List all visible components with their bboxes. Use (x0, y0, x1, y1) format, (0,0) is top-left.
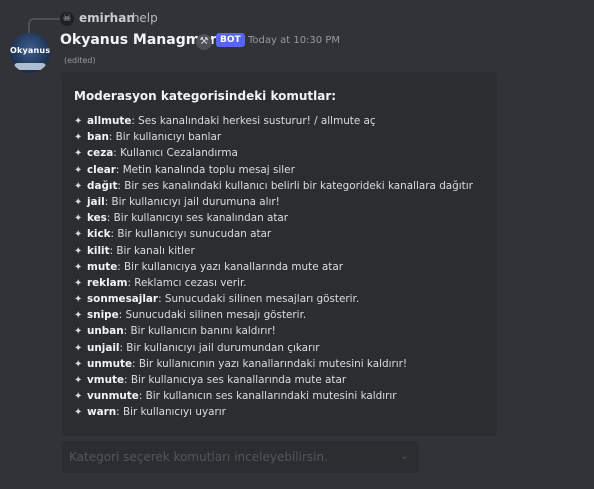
command-description: : Bir kullanıcın ses kanallarındaki mute… (138, 390, 397, 403)
command-item: ✦ unjail: Bir kullanıcıyı jail durumundan… (74, 340, 473, 356)
command-name: jail (87, 195, 105, 208)
skull-icon[interactable]: ☠ (60, 12, 74, 26)
command-description: : Reklamcı cezası verir. (127, 276, 247, 289)
command-description: : Bir kullanıcıya yazı kanallarında mute… (117, 260, 343, 273)
command-item: ✦ reklam: Reklamcı cezası verir. (74, 275, 473, 291)
command-description: : Sunucudaki silinen mesajları gösterir. (158, 293, 360, 306)
command-item: ✦ unban: Bir kullanıcın banını kaldırır! (74, 323, 473, 339)
command-description: : Sunucudaki silinen mesajı gösterir. (118, 309, 307, 322)
command-name: allmute (87, 115, 132, 127)
select-placeholder: Kategori seçerek komutları inceleyebilir… (69, 450, 328, 464)
command-name: ceza (87, 147, 114, 160)
sparkle-icon: ✦ (74, 375, 83, 386)
command-name: mute (87, 260, 118, 273)
command-name: snipe (87, 309, 119, 322)
command-item: ✦ warn: Bir kullanıcıyı uyarır (74, 404, 473, 420)
command-item: ✦ kilit: Bir kanalı kitler (74, 243, 473, 259)
command-name: ban (87, 131, 109, 144)
sparkle-icon: ✦ (74, 180, 83, 192)
sparkle-icon: ✦ (74, 245, 83, 257)
command-name: vmute (87, 374, 125, 386)
command-item: ✦ vunmute: Bir kullanıcın ses kanallarınd… (74, 388, 473, 404)
sparkle-icon: ✦ (74, 310, 83, 322)
command-description: : Bir kullanıcıyı jail durumundan çıkarı… (119, 341, 320, 354)
sparkle-icon: ✦ (74, 391, 83, 403)
sparkle-icon: ✦ (74, 213, 83, 225)
sparkle-icon: ✦ (74, 164, 83, 176)
sparkle-icon: ✦ (74, 407, 83, 419)
sparkle-icon: ✦ (74, 116, 83, 127)
command-item: ✦ jail: Bir kullanıcıyı jail durumuna alı… (74, 194, 473, 210)
tools-icon: ⚒ (196, 34, 212, 50)
sparkle-icon: ✦ (74, 132, 83, 144)
command-description: : Bir kullanıcıyı uyarır (116, 406, 226, 419)
reply-username[interactable]: emirhan (79, 11, 135, 25)
command-name: reklam (87, 276, 128, 289)
command-item: ✦ sonmesajlar: Sunucudaki silinen mesajla… (74, 291, 473, 307)
sparkle-icon: ✦ (74, 277, 83, 289)
command-description: : Bir kullanıcıyı ses kanalından atar (106, 212, 289, 225)
command-item: ✦ allmute: Ses kanalındaki herkesi sustur… (74, 113, 473, 129)
command-name: vunmute (87, 390, 139, 403)
command-name: unmute (87, 357, 133, 370)
command-item: ✦ vmute: Bir kullanıcıya ses kanallarında… (74, 372, 473, 388)
command-description: : Ses kanalındaki herkesi susturur! / al… (131, 115, 376, 127)
command-item: ✦ ceza: Kullanıcı Cezalandırma (74, 145, 473, 161)
command-description: : Bir kullanıcın banını kaldırır! (123, 325, 276, 338)
embed-title: Moderasyon kategorisindeki komutlar: (74, 89, 337, 103)
avatar[interactable]: Okyanus (10, 33, 50, 73)
command-item: ✦ mute: Bir kullanıcıya yazı kanallarında… (74, 259, 473, 275)
command-description: : Bir kullanıcıyı sunucudan atar (110, 228, 272, 241)
command-item: ✦ kick: Bir kullanıcıyı sunucudan atar (74, 226, 473, 242)
message-timestamp: Today at 10:30 PM (248, 35, 340, 46)
command-item: ✦ ban: Bir kullanıcıyı banlar (74, 129, 473, 145)
command-name: warn (87, 406, 117, 419)
command-item: ✦ kes: Bir kullanıcıyı ses kanalından ata… (74, 210, 473, 226)
command-name: kick (87, 228, 111, 241)
sparkle-icon: ✦ (74, 229, 83, 241)
command-name: dağıt (87, 179, 118, 192)
command-name: clear (87, 163, 116, 176)
command-name: unban (87, 325, 124, 338)
command-description: : Bir kullanıcının yazı kanallarındaki m… (132, 357, 408, 370)
command-list: ✦ allmute: Ses kanalındaki herkesi sustur… (74, 113, 473, 421)
sparkle-icon: ✦ (74, 148, 83, 160)
category-select[interactable]: Kategori seçerek komutları inceleyebilir… (62, 441, 419, 473)
edited-label: (edited) (64, 56, 96, 65)
command-description: : Bir ses kanalındaki kullanıcı belirli … (117, 179, 473, 192)
command-item: ✦ unmute: Bir kullanıcının yazı kanalları… (74, 356, 473, 372)
reply-connector (28, 18, 60, 34)
sparkle-icon: ✦ (74, 342, 83, 354)
command-name: kilit (87, 244, 110, 257)
command-name: unjail (87, 341, 120, 354)
command-description: : Bir kullanıcıya ses kanallarında mute … (124, 374, 347, 386)
sparkle-icon: ✦ (74, 261, 83, 273)
command-name: kes (87, 212, 107, 225)
sparkle-icon: ✦ (74, 294, 83, 306)
bot-badge: BOT (216, 33, 245, 47)
avatar-logo-text: Okyanus (10, 46, 50, 55)
sparkle-icon: ✦ (74, 358, 83, 370)
command-item: ✦ dağıt: Bir ses kanalındaki kullanıcı be… (74, 178, 473, 194)
chevron-down-icon: ⌄ (399, 449, 409, 462)
command-item: ✦ snipe: Sunucudaki silinen mesajı göster… (74, 307, 473, 323)
embed: Moderasyon kategorisindeki komutlar: ✦ al… (62, 72, 497, 436)
avatar-cloud-shape (14, 63, 46, 70)
command-name: sonmesajlar (87, 293, 159, 306)
command-description: : Bir kullanıcıyı banlar (108, 131, 222, 144)
command-description: : Kullanıcı Cezalandırma (113, 147, 238, 160)
command-item: ✦ clear: Metin kanalında toplu mesaj sile… (74, 162, 473, 178)
command-description: : Bir kullanıcıyı jail durumuna alır! (104, 195, 280, 208)
command-description: : Metin kanalında toplu mesaj siler (115, 163, 295, 176)
command-description: : Bir kanalı kitler (109, 244, 195, 257)
sparkle-icon: ✦ (74, 326, 83, 338)
sparkle-icon: ✦ (74, 196, 83, 208)
reply-preview-text[interactable]: .help (128, 11, 158, 25)
